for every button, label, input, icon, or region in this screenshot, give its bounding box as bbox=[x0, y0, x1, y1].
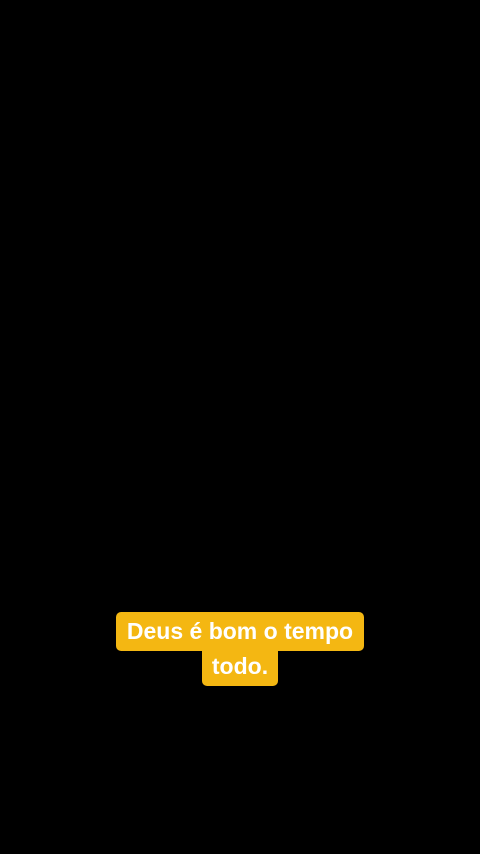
caption-line-2: todo. bbox=[0, 648, 480, 686]
caption-text-2: todo. bbox=[201, 648, 279, 686]
caption-line-1: Deus é bom o tempo bbox=[0, 612, 480, 651]
caption-text-1: Deus é bom o tempo bbox=[115, 612, 365, 651]
video-screen[interactable]: Deus é bom o tempo todo. bbox=[0, 0, 480, 854]
